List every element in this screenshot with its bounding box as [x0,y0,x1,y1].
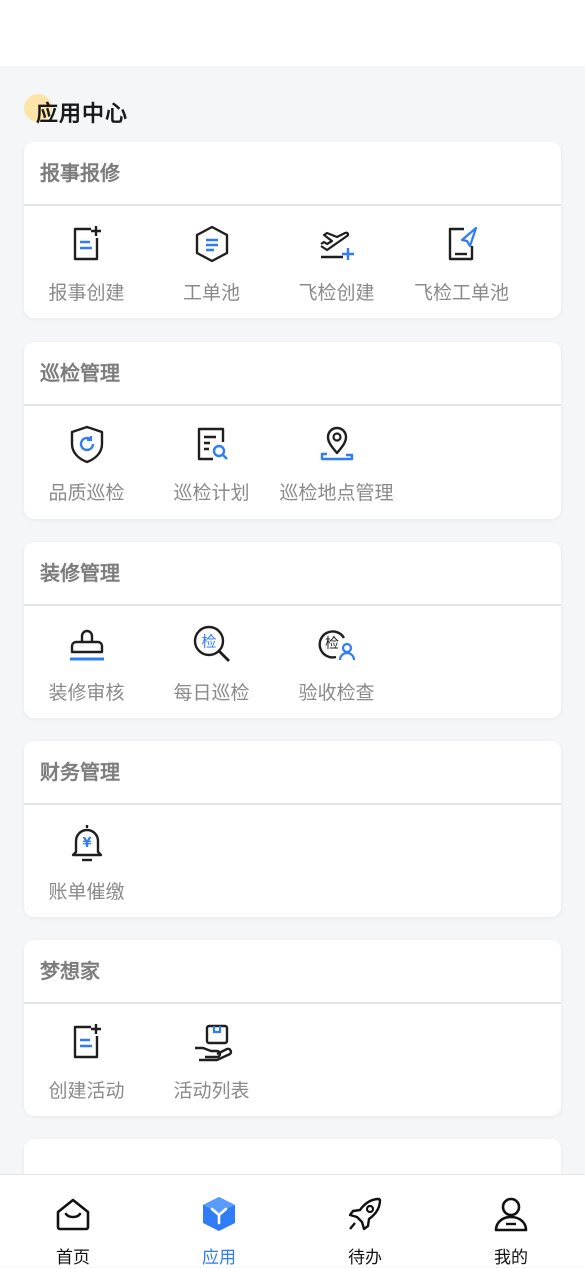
status-bar-area [0,0,585,66]
doc-plus-icon [65,222,109,266]
app-item-label: 账单催缴 [48,881,125,903]
tab-mine[interactable]: 我的 [438,1175,584,1268]
doc-send-icon [440,222,484,266]
stamp-icon [65,622,109,666]
section-card-finance: 财务管理 ¥ 账单催缴 [24,741,561,917]
tab-home[interactable]: 首页 [0,1175,146,1268]
tab-label: 应用 [202,1248,236,1268]
section-card-dreamer: 梦想家 创建活动 活动列表 [24,940,561,1116]
app-item-report-create[interactable]: 报事创建 [24,222,149,322]
app-item-label: 创建活动 [48,1080,125,1102]
section-card-renovation: 装修管理 装修审核 检 每日巡检 检 验收检查 [24,542,561,718]
section-card-repair: 报事报修 报事创建 工单池 飞检创建 飞检工单池 [24,142,561,318]
app-item-renovation-review[interactable]: 装修审核 [24,622,149,722]
app-item-flight-check-create[interactable]: 飞检创建 [274,222,399,322]
section-title: 装修管理 [24,542,561,606]
doc-search-icon [190,422,234,466]
doc-plus-icon [65,1020,109,1064]
sections-scroll-area[interactable]: 报事报修 报事创建 工单池 飞检创建 飞检工单池 巡检管理 品质巡检 巡检计划 … [0,142,585,1174]
shield-refresh-icon [65,422,109,466]
check-glyph: 检 [325,636,339,652]
app-item-activity-list[interactable]: 活动列表 [149,1020,274,1120]
app-item-bill-reminder[interactable]: ¥ 账单催缴 [24,821,149,921]
magnifier-check-icon: 检 [190,622,234,666]
section-title: 梦想家 [24,940,561,1004]
app-item-label: 巡检计划 [173,482,250,504]
bottom-tab-bar: 首页 应用 待办 我的 [0,1174,585,1268]
app-item-daily-inspection[interactable]: 检 每日巡检 [149,622,274,722]
tab-todo[interactable]: 待办 [292,1175,438,1268]
apps-cube-icon [200,1195,238,1237]
plane-plus-icon [315,222,359,266]
app-item-label: 装修审核 [48,682,125,704]
app-item-inspection-plan[interactable]: 巡检计划 [149,422,274,522]
app-item-label: 飞检创建 [298,282,375,304]
bell-yen-icon: ¥ [65,821,109,865]
app-item-label: 每日巡检 [173,682,250,704]
profile-icon [492,1195,530,1237]
bell-glyph: ¥ [82,836,91,851]
page-title: 应用中心 [36,102,129,127]
tab-apps[interactable]: 应用 [146,1175,292,1268]
app-item-label: 飞检工单池 [413,282,509,304]
app-item-label: 工单池 [182,282,240,304]
rocket-icon [346,1195,384,1237]
app-item-label: 巡检地点管理 [279,482,394,504]
location-pin-icon [315,422,359,466]
magnifier-glyph: 检 [201,633,216,651]
section-card-inspection: 巡检管理 品质巡检 巡检计划 巡检地点管理 [24,342,561,519]
section-title: 报事报修 [24,142,561,206]
app-item-acceptance-check[interactable]: 检 验收检查 [274,622,399,722]
section-card-partial [24,1139,561,1174]
app-item-flight-check-pool[interactable]: 飞检工单池 [399,222,524,322]
app-item-quality-inspection[interactable]: 品质巡检 [24,422,149,522]
app-item-label: 报事创建 [48,282,125,304]
hexagon-list-icon [190,222,234,266]
app-item-create-activity[interactable]: 创建活动 [24,1020,149,1120]
tab-label: 我的 [494,1248,528,1268]
app-item-label: 验收检查 [298,682,375,704]
tab-label: 首页 [56,1248,90,1268]
section-title: 财务管理 [24,741,561,805]
home-icon [54,1195,92,1237]
app-item-work-order-pool[interactable]: 工单池 [149,222,274,322]
hand-box-icon [190,1020,234,1064]
app-item-label: 品质巡检 [48,482,125,504]
check-person-icon: 检 [315,622,359,666]
tab-label: 待办 [348,1248,382,1268]
app-item-label: 活动列表 [173,1080,250,1102]
app-item-inspection-location[interactable]: 巡检地点管理 [274,422,399,522]
page-header: 应用中心 [0,66,585,142]
section-title: 巡检管理 [24,342,561,406]
